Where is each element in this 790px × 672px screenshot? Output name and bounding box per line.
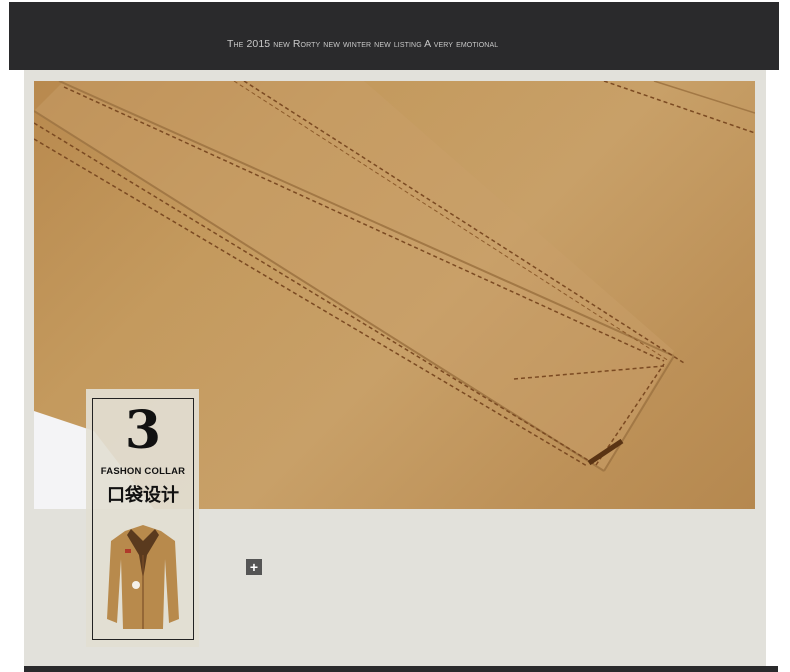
feature-number: 3 <box>124 400 162 461</box>
feature-badge-frame: 3 FASHON COLLAR 口袋设计 <box>92 398 194 640</box>
header-tagline: The 2015 new Rorty new winter new listin… <box>227 38 499 50</box>
feature-badge: 3 FASHON COLLAR 口袋设计 <box>86 389 199 647</box>
feature-title-cn: 口袋设计 <box>107 485 179 506</box>
header-bar: The 2015 new Rorty new winter new listin… <box>9 2 779 70</box>
footer-bar <box>24 666 778 672</box>
jacket-thumbnail <box>107 525 179 629</box>
feature-title-en: FASHON COLLAR <box>100 466 186 477</box>
plus-icon[interactable]: + <box>246 559 262 575</box>
